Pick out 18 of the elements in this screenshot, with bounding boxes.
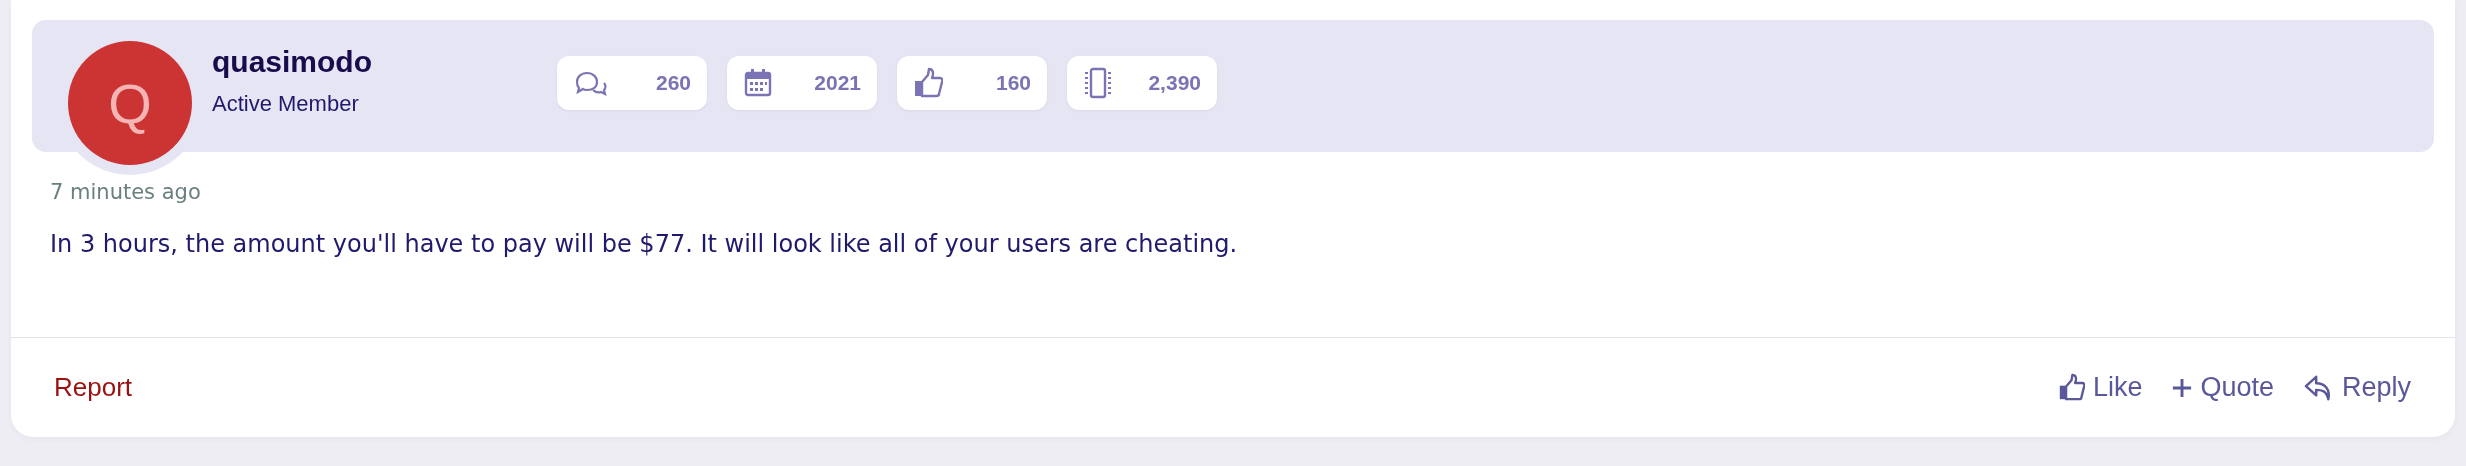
reply-link[interactable]: Reply: [2303, 372, 2411, 403]
thumbs-up-icon: [913, 67, 943, 99]
user-role: Active Member: [212, 91, 360, 117]
stat-value: 2021: [814, 71, 861, 95]
stat-value: 160: [995, 71, 1031, 95]
chip-icon: [1083, 67, 1113, 99]
quote-link[interactable]: Quote: [2172, 372, 2274, 403]
thumbs-up-icon: [2057, 373, 2085, 402]
like-link[interactable]: Like: [2057, 372, 2143, 403]
stat-value: 260: [655, 71, 691, 95]
report-link[interactable]: Report: [54, 372, 133, 403]
post-text: In 3 hours, the amount you'll have to pay will be $77. It will look like all of your users are cheating.: [50, 230, 1239, 258]
calendar-icon: [743, 68, 773, 98]
plus-icon: [2172, 377, 2193, 398]
post-time: 7 minutes ago: [50, 180, 202, 204]
stat-value: 2,390: [1148, 71, 1201, 95]
username-link[interactable]: quasimodo: [212, 45, 557, 79]
speech-bubbles-icon: [573, 69, 609, 97]
